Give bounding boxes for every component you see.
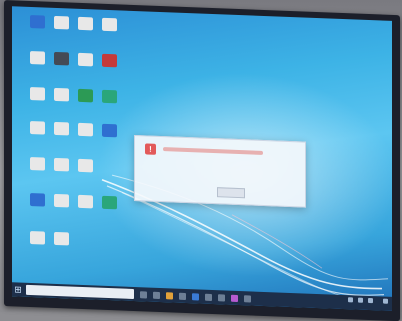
desktop-icon-8[interactable] [98,53,120,75]
app-icon [53,157,69,172]
app-icon [53,121,69,136]
taskbar-search-box[interactable] [26,284,134,299]
app-icon [53,51,69,66]
desktop-icon-label [98,211,120,217]
app-icon [29,156,45,171]
app-icon [77,122,93,137]
desktop-icon-6[interactable] [50,51,72,73]
desktop-icon-label [50,173,72,179]
desktop-icon-25[interactable] [50,231,72,253]
desktop-icon-label [26,66,48,72]
desktop-icon-24[interactable] [26,230,48,252]
desktop-icon-label [98,33,120,39]
desktop-icon-16[interactable] [98,123,120,145]
desktop-icon-7[interactable] [74,52,96,74]
taskbar-app-icon[interactable] [179,292,186,300]
desktop-icon-label [26,246,48,252]
app-icon [53,87,69,102]
desktop-icon-14[interactable] [50,121,72,143]
desktop-icon-5[interactable] [26,50,48,72]
app-icon [53,15,69,30]
taskbar-app-icon[interactable] [153,291,160,299]
desktop-icon-label [50,103,72,109]
system-tray [348,297,388,304]
desktop-icon-label [26,136,48,142]
desktop-icon-label [26,102,48,108]
app-icon [53,231,69,246]
desktop-icon-23[interactable] [98,195,120,217]
taskbar-app-icon[interactable] [140,290,147,298]
desktop-icon-label [98,139,120,145]
desktop-icon-22[interactable] [74,194,96,216]
app-icon [77,16,93,31]
desktop-icon-4[interactable] [98,17,120,39]
desktop-icon-17[interactable] [26,156,48,178]
app-icon [29,120,45,135]
app-icon [29,230,45,245]
desktop-icon-20[interactable] [26,192,48,214]
desktop-icon-label [74,138,96,144]
app-icon [77,158,93,173]
desktop-screen: ! ⊞ [12,6,392,311]
taskbar-app-icon[interactable] [218,293,225,301]
taskbar-app-icon[interactable] [231,294,238,302]
desktop-icon-label [74,174,96,180]
taskbar-app-icon[interactable] [205,293,212,301]
start-button[interactable]: ⊞ [12,282,24,296]
network-icon[interactable] [358,297,363,303]
desktop-icon-2[interactable] [50,15,72,37]
desktop-icon-label [74,68,96,74]
desktop-icon-15[interactable] [74,122,96,144]
desktop-icon-label [26,172,48,178]
desktop-icon-label [50,31,72,37]
app-icon [29,192,45,207]
desktop-icon-11[interactable] [74,88,96,110]
volume-icon[interactable] [368,297,373,304]
app-icon [77,52,93,67]
app-icon [29,86,45,101]
desktop-icon-label [74,104,96,110]
app-icon [101,195,117,210]
app-icon [101,89,117,104]
app-icon [77,88,93,103]
desktop-icon-9[interactable] [26,86,48,108]
desktop-icon-19[interactable] [74,158,96,180]
dialog-message [163,147,263,155]
desktop-icon-label [98,105,120,111]
desktop-icon-label [50,247,72,253]
desktop-icon-label [50,209,72,215]
app-icon [101,17,117,32]
desktop-icon-1[interactable] [26,14,48,36]
desktop-icon-label [74,210,96,216]
desktop-icon-3[interactable] [74,16,96,38]
desktop-icon-18[interactable] [50,157,72,179]
taskbar-app-icon[interactable] [192,292,199,300]
error-dialog[interactable]: ! [134,134,306,208]
desktop-icon-21[interactable] [50,193,72,215]
monitor-bezel: ! ⊞ [4,0,400,321]
desktop-icon-label [26,208,48,214]
app-icon [53,193,69,208]
app-icon [101,53,117,68]
tray-icon[interactable] [348,297,353,303]
error-icon: ! [145,143,156,155]
app-icon [101,123,117,138]
desktop-icon-label [50,67,72,73]
app-icon [29,14,45,29]
desktop-icon-label [98,69,120,75]
taskbar-apps [134,290,251,302]
app-icon [29,50,45,65]
taskbar-app-icon[interactable] [244,294,251,302]
notifications-icon[interactable] [383,298,388,304]
app-icon [77,194,93,209]
taskbar-app-icon[interactable] [166,291,173,299]
desktop-icon-label [74,32,96,38]
desktop-icon-10[interactable] [50,87,72,109]
dialog-ok-button[interactable] [217,187,245,199]
desktop-icon-label [50,137,72,143]
desktop-icon-12[interactable] [98,89,120,111]
desktop-icon-label [26,30,48,36]
desktop-icon-13[interactable] [26,120,48,142]
